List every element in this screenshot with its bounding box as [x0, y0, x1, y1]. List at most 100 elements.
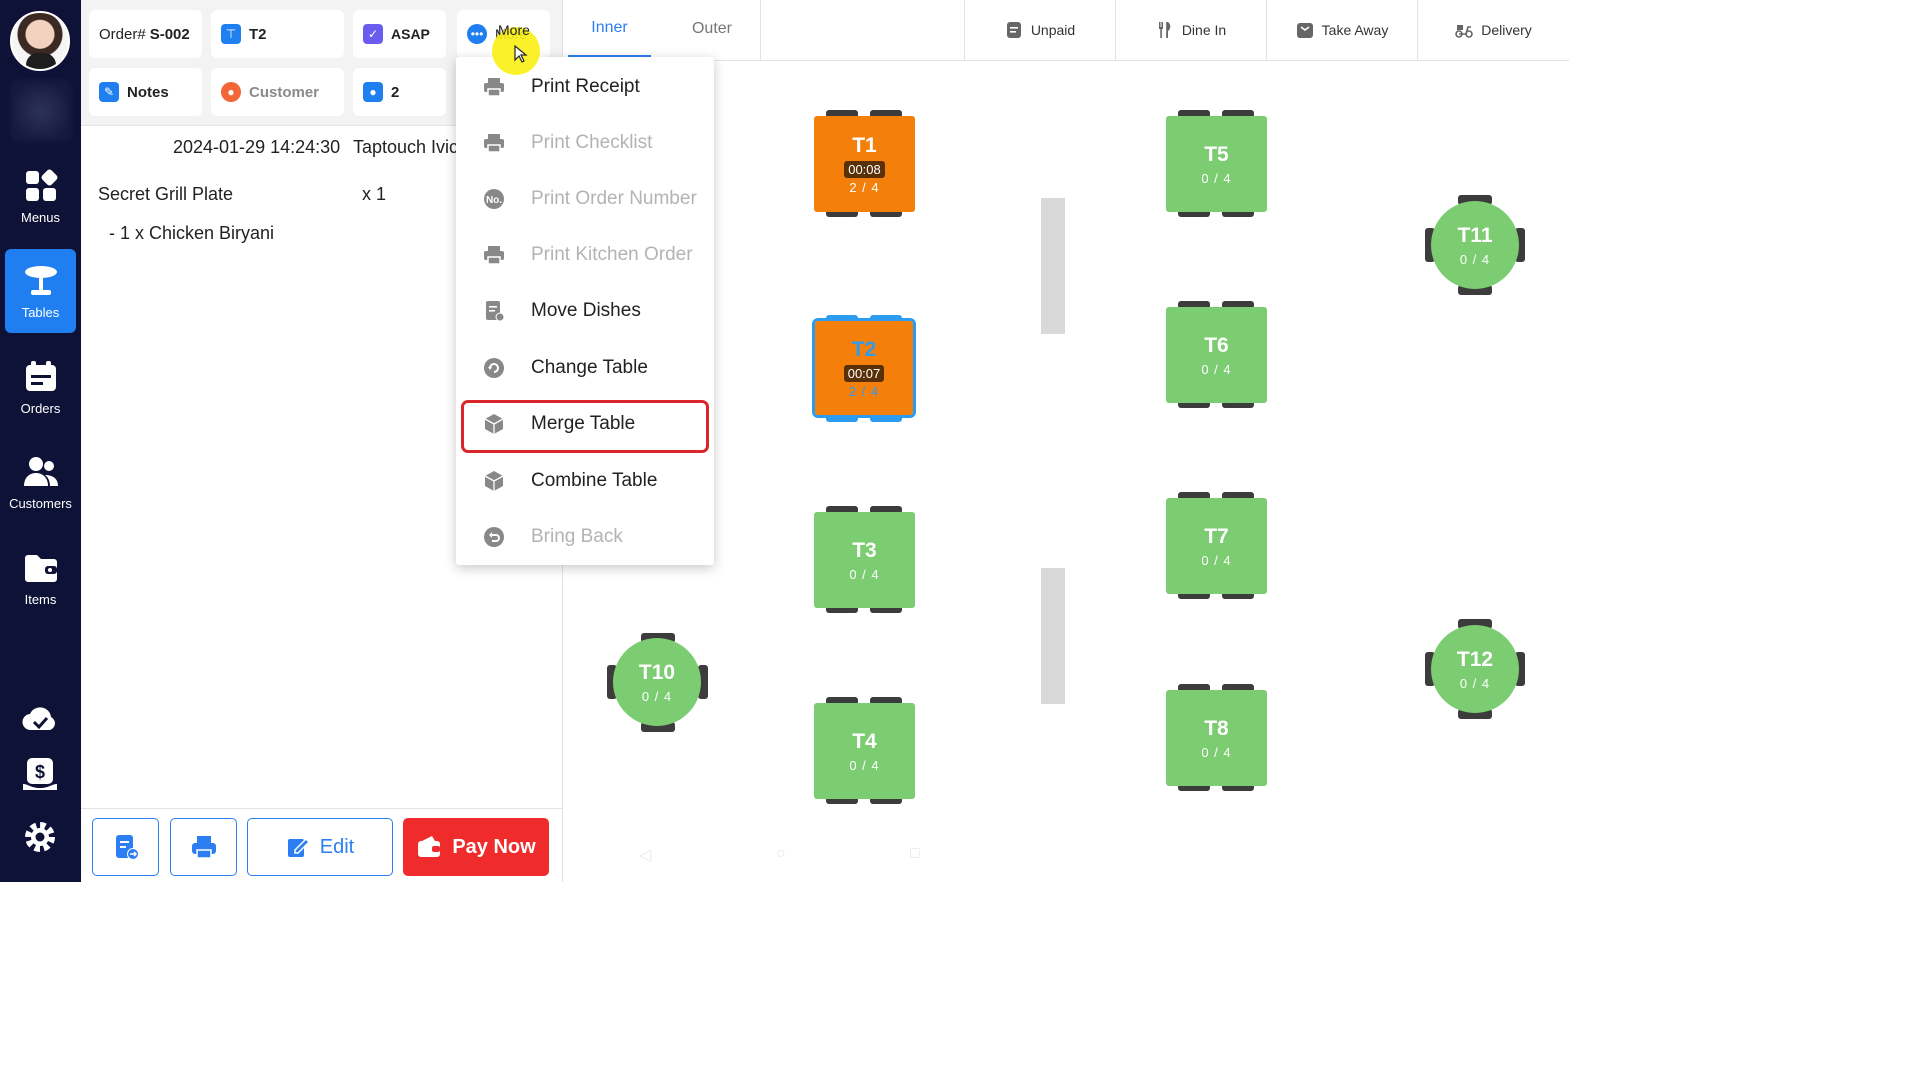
filter-label: Unpaid — [1030, 22, 1076, 38]
sidebar-item-label: Menus — [20, 209, 61, 225]
edit-button[interactable]: Edit — [247, 818, 393, 876]
menu-item-move-dishes[interactable]: Move Dishes — [456, 283, 714, 339]
table-t4[interactable]: T4 0 / 4 — [814, 703, 915, 799]
user-avatar[interactable] — [10, 11, 70, 71]
menu-item-bring-back[interactable]: Bring Back — [456, 509, 714, 565]
table-chip[interactable]: ⊤ T2 — [211, 10, 344, 58]
table-icon — [24, 265, 57, 295]
filter-label: Dine In — [1181, 22, 1227, 38]
guests-chip[interactable]: ● 2 — [353, 68, 446, 116]
scooter-icon — [1455, 25, 1474, 38]
table-t3[interactable]: T3 0 / 4 — [814, 512, 915, 608]
table-seats: 0 / 4 — [849, 566, 880, 582]
pay-now-button[interactable]: Pay Now — [403, 818, 549, 876]
menu-item-print-kitchen-order[interactable]: Print Kitchen Order — [456, 227, 714, 283]
order-item-name[interactable]: Secret Grill Plate — [98, 184, 233, 205]
table-name: T1 — [852, 133, 877, 157]
sidebar-item-menus[interactable]: Menus — [5, 154, 76, 238]
filter-dine-in[interactable]: Dine In — [1115, 0, 1266, 60]
menu-item-label: Change Table — [531, 357, 648, 378]
table-t10[interactable]: T10 0 / 4 — [613, 638, 701, 726]
more-menu: Print Receipt Print Checklist No. Print … — [456, 57, 714, 565]
order-staff: Taptouch Ivic — [353, 137, 459, 157]
table-t1[interactable]: T1 00:08 2 / 4 — [814, 116, 915, 212]
table-timer: 00:07 — [843, 364, 885, 382]
svg-text:No.: No. — [486, 195, 502, 206]
sidebar-item-label: Items — [24, 591, 57, 607]
table-seats: 2 / 4 — [848, 383, 880, 399]
table-t12[interactable]: T12 0 / 4 — [1431, 625, 1519, 713]
sidebar-item-items[interactable]: Items — [5, 536, 76, 620]
table-chip-label: T2 — [249, 25, 267, 43]
table-t2[interactable]: T2 00:07 2 / 4 — [812, 318, 916, 418]
table-t8[interactable]: T8 0 / 4 — [1166, 690, 1267, 786]
order-item-modifier: - 1 x Chicken Biryani — [109, 223, 275, 243]
calendar-check-icon: ✓ — [363, 24, 383, 44]
order-number-chip[interactable]: Order# S-002 — [89, 10, 202, 58]
print-button[interactable] — [170, 818, 237, 876]
notes-chip-label: Notes — [127, 83, 169, 101]
table-t7[interactable]: T7 0 / 4 — [1166, 498, 1267, 594]
table-seats: 0 / 4 — [641, 688, 673, 704]
table-seats: 0 / 4 — [849, 757, 880, 773]
table-name: T12 — [1456, 647, 1494, 671]
back-nav-icon[interactable]: ◁ — [639, 845, 651, 865]
table-seats: 0 / 4 — [1201, 170, 1232, 186]
order-number: S-002 — [149, 25, 190, 43]
home-nav-icon[interactable]: ○ — [776, 845, 786, 863]
room-divider — [1041, 198, 1065, 334]
filter-unpaid[interactable]: Unpaid — [964, 0, 1115, 60]
cloud-check-icon[interactable] — [20, 699, 60, 739]
sidebar-item-label: Customers — [9, 495, 72, 511]
table-seats: 0 / 4 — [1459, 251, 1491, 267]
menu-item-label: Print Receipt — [531, 76, 640, 97]
cash-icon[interactable]: $ — [20, 755, 60, 795]
recents-nav-icon[interactable]: □ — [910, 845, 920, 863]
more-chip-label-overlay: More — [498, 22, 530, 38]
menu-item-label: Print Checklist — [531, 132, 653, 153]
table-t11[interactable]: T11 0 / 4 — [1431, 201, 1519, 289]
timing-chip[interactable]: ✓ ASAP — [353, 10, 446, 58]
guests-count: 2 — [391, 83, 400, 101]
filter-take-away[interactable]: Take Away — [1266, 0, 1417, 60]
sidebar-item-customers[interactable]: Customers — [5, 440, 76, 524]
order-datetime: 2024-01-29 14:24:30 — [173, 137, 341, 157]
sidebar-item-tables[interactable]: Tables — [5, 249, 76, 333]
table-t6[interactable]: T6 0 / 4 — [1166, 307, 1267, 403]
customer-chip-label: Customer — [249, 83, 320, 101]
menu-item-print-checklist[interactable]: Print Checklist — [456, 115, 714, 171]
wallet-icon — [418, 836, 441, 857]
menu-item-print-order-number[interactable]: No. Print Order Number — [456, 171, 714, 227]
menu-item-label: Print Order Number — [531, 188, 697, 209]
bag-icon — [1296, 23, 1313, 38]
table-name: T4 — [852, 729, 877, 753]
grid-icon — [25, 169, 57, 201]
table-name: T10 — [638, 660, 676, 684]
menu-item-print-receipt[interactable]: Print Receipt — [456, 59, 714, 115]
split-bill-button[interactable] — [92, 818, 159, 876]
table-name: T3 — [852, 538, 877, 562]
floor-tabs-bar: Inner Outer Unpaid Dine In Take Away Del… — [563, 0, 1569, 61]
sidebar-item-label: Orders — [20, 400, 61, 416]
table-name: T5 — [1204, 142, 1229, 166]
user-icon: ● — [221, 82, 241, 102]
gear-icon[interactable] — [20, 817, 60, 857]
edit-button-label: Edit — [319, 835, 355, 858]
swap-icon — [482, 356, 506, 380]
customer-chip[interactable]: ● Customer — [211, 68, 344, 116]
receipt-send-icon — [115, 835, 139, 860]
tab-outer[interactable]: Outer — [669, 0, 755, 58]
filter-delivery[interactable]: Delivery — [1417, 0, 1569, 60]
sidebar-item-orders[interactable]: Orders — [5, 345, 76, 429]
number-icon: No. — [482, 187, 506, 211]
menu-item-combine-table[interactable]: Combine Table — [456, 453, 714, 509]
table-name: T6 — [1204, 333, 1229, 357]
table-name: T11 — [1457, 223, 1493, 247]
table-t5[interactable]: T5 0 / 4 — [1166, 116, 1267, 212]
edit-icon: ✎ — [99, 82, 119, 102]
printer-icon — [482, 131, 506, 155]
notes-chip[interactable]: ✎ Notes — [89, 68, 202, 116]
tab-inner[interactable]: Inner — [568, 0, 651, 58]
filter-label: Take Away — [1321, 22, 1389, 38]
menu-item-change-table[interactable]: Change Table — [456, 340, 714, 396]
